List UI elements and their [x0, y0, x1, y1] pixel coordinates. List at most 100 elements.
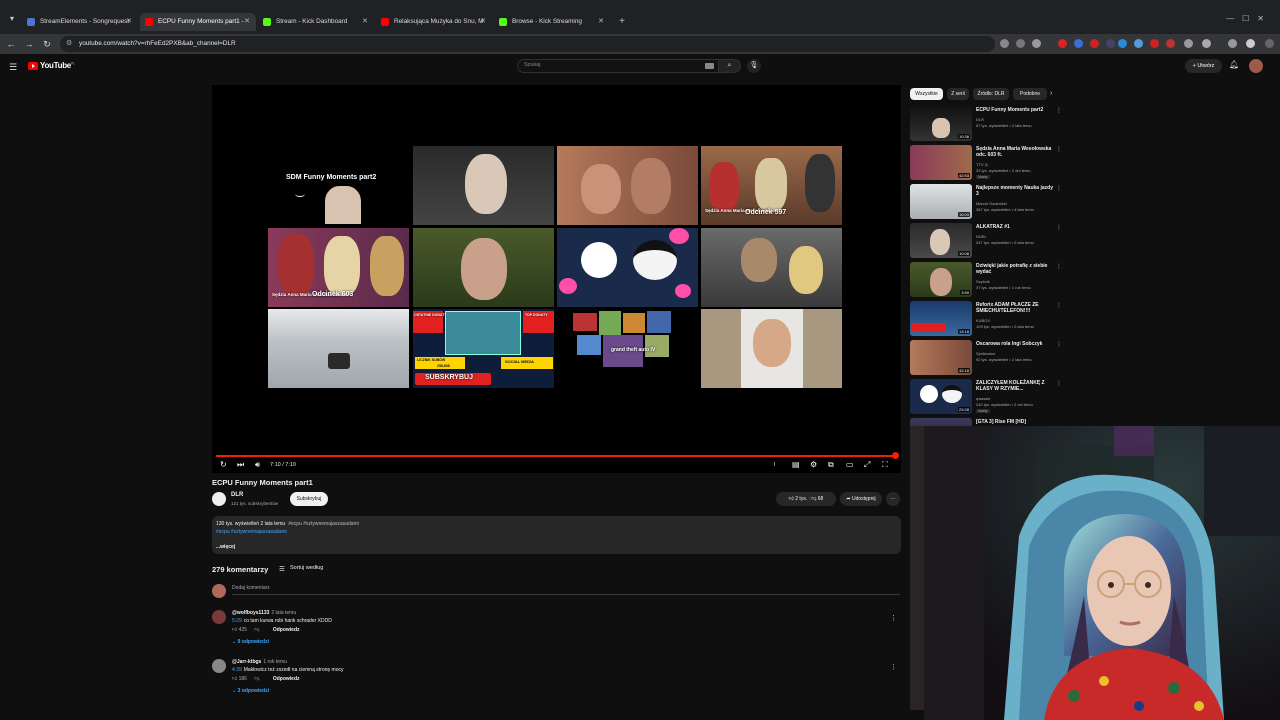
search-button[interactable]: ⌕ — [719, 59, 741, 73]
more-options-icon[interactable]: ⋮ — [1056, 224, 1062, 231]
settings-gear-icon[interactable]: ⚙ — [810, 460, 817, 470]
more-options-icon[interactable]: ⋮ — [1056, 341, 1062, 348]
comment-author[interactable]: @Jarr-ktbgs 1 rok temu — [232, 659, 287, 665]
zoom-icon[interactable] — [1016, 39, 1025, 48]
subtitles-icon[interactable]: ▤ — [792, 460, 800, 470]
tab-kick-browse[interactable]: Browse - Kick Streaming ✕ — [494, 13, 610, 31]
comment-avatar[interactable] — [212, 659, 226, 673]
window-controls[interactable]: —☐✕ — [1226, 14, 1272, 23]
recommendation-item[interactable]: 13:18 Reforix ADAM PŁACZE ZE ŚMIECHU/TEL… — [910, 301, 1062, 339]
extension-icon[interactable] — [1150, 39, 1159, 48]
miniplayer-icon[interactable]: ⧉ — [828, 460, 834, 470]
comment-like-icon[interactable]: 👍︎ — [232, 627, 237, 633]
subscribe-button[interactable]: Subskrybuj — [290, 492, 328, 506]
menu-dots-icon[interactable] — [1265, 39, 1274, 48]
more-options-icon[interactable]: ⋮ — [1056, 302, 1062, 309]
comment-author[interactable]: @wolfboys1133 2 lata temu — [232, 610, 296, 616]
account-avatar[interactable] — [1249, 59, 1263, 73]
chip-all[interactable]: Wszystkie — [910, 88, 943, 100]
recommendation-item[interactable]: 23:28 ZALICZYŁEM KOLEŻANKĘ Z KLASY W RZY… — [910, 379, 1062, 417]
tab-streamelements[interactable]: StreamElements - Songrequest ✕ — [22, 13, 138, 31]
extension-icon[interactable] — [1184, 39, 1193, 48]
comment-like-icon[interactable]: 👍︎ — [232, 676, 237, 682]
tab-youtube-video[interactable]: ECPU Funny Moments part1 - ✕ — [140, 13, 256, 31]
chip-source[interactable]: Źródło: DLR — [973, 88, 1009, 100]
more-options-icon[interactable]: ⋮ — [1056, 380, 1062, 387]
create-button[interactable]: + Utwórz — [1185, 59, 1222, 73]
extension-icon[interactable] — [1106, 39, 1115, 48]
recommendation-item[interactable]: 10:08 ALKATRAZ #1 NOBI 247 tys. wyświetl… — [910, 223, 1062, 261]
fullscreen-icon[interactable]: ⛶ — [882, 460, 888, 470]
voice-search-icon[interactable]: 🎙︎ — [747, 59, 761, 73]
youtube-logo[interactable]: YouTubePL — [40, 61, 75, 70]
close-tab-icon[interactable]: ✕ — [244, 13, 250, 31]
more-options-icon[interactable]: ⋮ — [1056, 107, 1062, 114]
forward-icon[interactable]: → — [23, 38, 35, 50]
like-button[interactable]: 👍︎ 2 tys. — [789, 496, 808, 502]
comment-menu-icon[interactable]: ⋮ — [890, 663, 897, 671]
extension-icon[interactable] — [1118, 39, 1127, 48]
new-tab-icon[interactable]: + — [615, 15, 629, 29]
extension-icon[interactable] — [1228, 39, 1237, 48]
more-actions-button[interactable]: ··· — [886, 492, 900, 506]
keyboard-icon[interactable] — [705, 63, 714, 69]
recommendation-item[interactable]: 3:59 Dziwięki jakie potrafię z siebie wy… — [910, 262, 1062, 300]
volume-icon[interactable]: 🔊︎ — [255, 460, 260, 470]
tab-search-icon[interactable]: ▾ — [5, 14, 19, 28]
extension-icon[interactable] — [1074, 39, 1083, 48]
video-player[interactable]: SDM Funny Moments part2 Sędzia Anna Mari… — [212, 85, 901, 473]
recommendation-item[interactable]: 10:03 Najlepsze momenty Nauka jazdy 3 Ma… — [910, 184, 1062, 222]
progress-scrubber[interactable] — [892, 452, 899, 459]
extension-icon[interactable] — [1166, 39, 1175, 48]
menu-icon[interactable]: ☰ — [9, 62, 17, 73]
extension-icon[interactable] — [1090, 39, 1099, 48]
extension-icon[interactable] — [1134, 39, 1143, 48]
add-comment-input[interactable]: Dodaj komentarz — [232, 585, 900, 595]
progress-bar[interactable] — [216, 455, 897, 457]
profile-icon[interactable] — [1246, 39, 1255, 48]
search-input[interactable]: Szukaj — [517, 59, 719, 73]
chip-related[interactable]: Podobne — [1013, 88, 1047, 100]
chip-series[interactable]: Z serii — [947, 88, 969, 100]
show-more-link[interactable]: ...więcej — [216, 544, 235, 550]
comment-avatar[interactable] — [212, 610, 226, 624]
channel-avatar[interactable] — [212, 492, 226, 506]
close-tab-icon[interactable]: ✕ — [480, 13, 486, 31]
description-box[interactable]: 130 tys. wyświetleń 2 lata temu #ecpu #sz… — [212, 516, 901, 554]
theater-mode-icon[interactable]: ▭ — [846, 460, 854, 470]
dislike-button[interactable]: 👎︎ 68 — [811, 496, 823, 502]
reload-icon[interactable]: ↻ — [41, 38, 53, 50]
comment-dislike-icon[interactable]: 👎︎ — [254, 676, 259, 682]
chevron-right-icon[interactable]: › — [1050, 88, 1052, 100]
autoplay-toggle[interactable]: ⏽ — [772, 460, 777, 470]
extensions-puzzle-icon[interactable] — [1202, 39, 1211, 48]
bookmark-star-icon[interactable] — [1032, 39, 1041, 48]
close-tab-icon[interactable]: ✕ — [598, 13, 604, 31]
cast-icon[interactable]: ⤢ — [864, 460, 870, 470]
tab-kick-dashboard[interactable]: Stream - Kick Dashboard ✕ — [258, 13, 374, 31]
recommendation-item[interactable]: 42:53 Sędzia Anna Maria Wesołowska odc. … — [910, 145, 1062, 183]
recommendation-item[interactable]: 10:38 ECPU Funny Moments part2 DLR 67 ty… — [910, 106, 1062, 144]
more-options-icon[interactable]: ⋮ — [1056, 146, 1062, 153]
sort-icon[interactable]: ☰ — [279, 565, 285, 573]
back-icon[interactable]: ← — [5, 38, 17, 50]
channel-name[interactable]: DLR — [231, 492, 243, 498]
replay-icon[interactable]: ↻ — [220, 460, 227, 470]
youtube-logo-icon[interactable] — [28, 62, 38, 70]
sort-button[interactable]: Sortuj według — [290, 565, 323, 571]
tab-relaxing-music[interactable]: Relaksująca Muzyka do Snu, M ✕ — [376, 13, 492, 31]
recommendation-item[interactable]: 42:18 Oscarowa rola Ingi Sobczyk Synteza… — [910, 340, 1062, 378]
show-replies-button[interactable]: ⌄ 3 odpowiedzi — [232, 688, 269, 694]
site-info-icon[interactable]: ⚙ — [66, 39, 72, 47]
close-tab-icon[interactable]: ✕ — [126, 13, 132, 31]
more-options-icon[interactable]: ⋮ — [1056, 263, 1062, 270]
address-bar[interactable]: ⚙ youtube.com/watch?v=rhFeEd2PXB&ab_chan… — [60, 36, 995, 52]
comment-menu-icon[interactable]: ⋮ — [890, 614, 897, 622]
notifications-bell-icon[interactable]: 🔔︎ — [1229, 60, 1239, 69]
next-icon[interactable]: ⏭︎ — [237, 460, 244, 470]
extension-icon[interactable] — [1058, 39, 1067, 48]
reply-button[interactable]: Odpowiedz — [273, 676, 300, 682]
share-button[interactable]: ➦ Udostępnij — [840, 492, 882, 506]
comment-dislike-icon[interactable]: 👎︎ — [254, 627, 259, 633]
close-tab-icon[interactable]: ✕ — [362, 13, 368, 31]
